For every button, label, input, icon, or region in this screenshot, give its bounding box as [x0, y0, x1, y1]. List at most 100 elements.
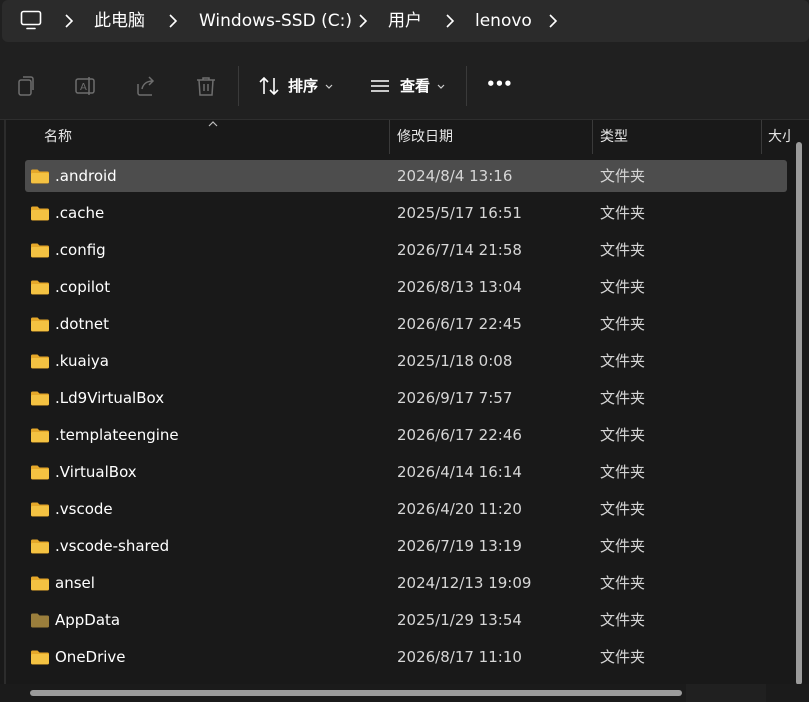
file-modified-date: 2026/9/17 7:57: [397, 389, 513, 407]
view-button[interactable]: 查看: [400, 76, 430, 96]
share-icon[interactable]: [134, 74, 158, 98]
chevron-right-icon[interactable]: [168, 13, 178, 29]
file-list-pane: 名称 修改日期 类型 大小 .android 2024/8/4 13:16 文件夹.…: [0, 120, 809, 702]
folder-icon: [31, 465, 49, 480]
sort-button[interactable]: 排序: [288, 76, 318, 96]
file-name[interactable]: AppData: [55, 610, 120, 630]
breadcrumb[interactable]: 此电脑 Windows-SSD (C:) 用户 lenovo: [2, 0, 809, 42]
column-header-size[interactable]: 大小: [768, 127, 790, 147]
file-name[interactable]: .cache: [55, 203, 104, 223]
file-name[interactable]: .android: [55, 166, 117, 186]
file-type: 文件夹: [600, 315, 646, 333]
file-explorer-window: 此电脑 Windows-SSD (C:) 用户 lenovo A 排序 查看 •…: [0, 0, 809, 702]
sort-ascending-icon: [208, 121, 218, 127]
file-modified-date: 2026/6/17 22:45: [397, 315, 522, 333]
toolbar-divider: [238, 66, 239, 106]
file-row[interactable]: .templateengine 2026/6/17 22:46 文件夹: [25, 419, 787, 451]
file-name[interactable]: .dotnet: [55, 314, 109, 334]
file-type: 文件夹: [600, 537, 646, 555]
file-modified-date: 2024/12/13 19:09: [397, 574, 532, 592]
breadcrumb-item-lenovo[interactable]: lenovo: [475, 10, 532, 32]
folder-icon: [31, 613, 49, 628]
file-row[interactable]: .kuaiya 2025/1/18 0:08 文件夹: [25, 345, 787, 377]
file-name[interactable]: .kuaiya: [55, 351, 109, 371]
file-row[interactable]: .android 2024/8/4 13:16 文件夹: [25, 160, 787, 192]
file-row[interactable]: ansel 2024/12/13 19:09 文件夹: [25, 567, 787, 599]
file-modified-date: 2026/6/17 22:46: [397, 426, 522, 444]
file-name[interactable]: OneDrive: [55, 647, 126, 667]
folder-icon: [31, 502, 49, 517]
file-type: 文件夹: [600, 648, 646, 666]
command-bar: A 排序 查看 •••: [0, 52, 809, 120]
breadcrumb-item-users[interactable]: 用户: [388, 10, 422, 32]
file-type: 文件夹: [600, 167, 646, 185]
copy-icon[interactable]: [14, 74, 38, 98]
rename-icon[interactable]: A: [74, 74, 98, 98]
file-type: 文件夹: [600, 241, 646, 259]
file-row[interactable]: .Ld9VirtualBox 2026/9/17 7:57 文件夹: [25, 382, 787, 414]
this-pc-icon[interactable]: [20, 10, 42, 30]
folder-icon: [31, 206, 49, 221]
file-row[interactable]: OneDrive 2026/8/17 11:10 文件夹: [25, 641, 787, 673]
chevron-right-icon[interactable]: [445, 13, 455, 29]
scrollbar-corner: [686, 684, 766, 702]
file-row[interactable]: .dotnet 2026/6/17 22:45 文件夹: [25, 308, 787, 340]
toolbar-divider: [466, 66, 467, 106]
file-name[interactable]: .templateengine: [55, 425, 179, 445]
svg-text:A: A: [80, 82, 87, 93]
file-row[interactable]: .vscode-shared 2026/7/19 13:19 文件夹: [25, 530, 787, 562]
file-row[interactable]: .vscode 2026/4/20 11:20 文件夹: [25, 493, 787, 525]
file-name[interactable]: .vscode-shared: [55, 536, 169, 556]
column-divider[interactable]: [592, 120, 593, 154]
column-divider[interactable]: [389, 120, 390, 154]
folder-icon: [31, 428, 49, 443]
file-name[interactable]: .VirtualBox: [55, 462, 137, 482]
file-name[interactable]: ansel: [55, 573, 95, 593]
file-type: 文件夹: [600, 278, 646, 296]
file-row[interactable]: .config 2026/7/14 21:58 文件夹: [25, 234, 787, 266]
chevron-down-icon[interactable]: [325, 84, 333, 90]
folder-icon: [31, 354, 49, 369]
more-options-button[interactable]: •••: [486, 74, 513, 94]
horizontal-scrollbar-thumb[interactable]: [30, 690, 682, 696]
file-row[interactable]: .cache 2025/5/17 16:51 文件夹: [25, 197, 787, 229]
file-modified-date: 2025/1/29 13:54: [397, 611, 522, 629]
vertical-scrollbar[interactable]: [796, 142, 802, 685]
breadcrumb-item-drive[interactable]: Windows-SSD (C:): [199, 10, 352, 32]
file-modified-date: 2026/4/20 11:20: [397, 500, 522, 518]
file-type: 文件夹: [600, 611, 646, 629]
file-type: 文件夹: [600, 204, 646, 222]
file-name[interactable]: .vscode: [55, 499, 113, 519]
sort-icon[interactable]: [257, 74, 281, 98]
folder-icon: [31, 650, 49, 665]
chevron-right-icon[interactable]: [64, 13, 74, 29]
file-row[interactable]: .VirtualBox 2026/4/14 16:14 文件夹: [25, 456, 787, 488]
file-name[interactable]: .config: [55, 240, 106, 260]
folder-icon: [31, 280, 49, 295]
file-type: 文件夹: [600, 463, 646, 481]
column-divider[interactable]: [761, 120, 762, 154]
file-row[interactable]: .copilot 2026/8/13 13:04 文件夹: [25, 271, 787, 303]
view-icon[interactable]: [368, 74, 392, 98]
file-type: 文件夹: [600, 389, 646, 407]
pane-border: [4, 120, 6, 702]
file-modified-date: 2024/8/4 13:16: [397, 167, 513, 185]
file-type: 文件夹: [600, 574, 646, 592]
column-header-name[interactable]: 名称: [44, 127, 72, 147]
chevron-down-icon[interactable]: [437, 84, 445, 90]
file-type: 文件夹: [600, 500, 646, 518]
folder-icon: [31, 317, 49, 332]
file-modified-date: 2025/5/17 16:51: [397, 204, 522, 222]
address-bar: 此电脑 Windows-SSD (C:) 用户 lenovo: [0, 0, 809, 52]
file-row[interactable]: AppData 2025/1/29 13:54 文件夹: [25, 604, 787, 636]
file-type: 文件夹: [600, 426, 646, 444]
column-header-modified[interactable]: 修改日期: [397, 127, 453, 147]
chevron-right-icon[interactable]: [358, 13, 368, 29]
file-name[interactable]: .Ld9VirtualBox: [55, 388, 164, 408]
file-name[interactable]: .copilot: [55, 277, 110, 297]
breadcrumb-item-this-pc[interactable]: 此电脑: [94, 10, 145, 32]
column-header-type[interactable]: 类型: [600, 127, 628, 147]
chevron-right-icon[interactable]: [548, 13, 558, 29]
delete-icon[interactable]: [194, 74, 218, 98]
file-modified-date: 2025/1/18 0:08: [397, 352, 513, 370]
